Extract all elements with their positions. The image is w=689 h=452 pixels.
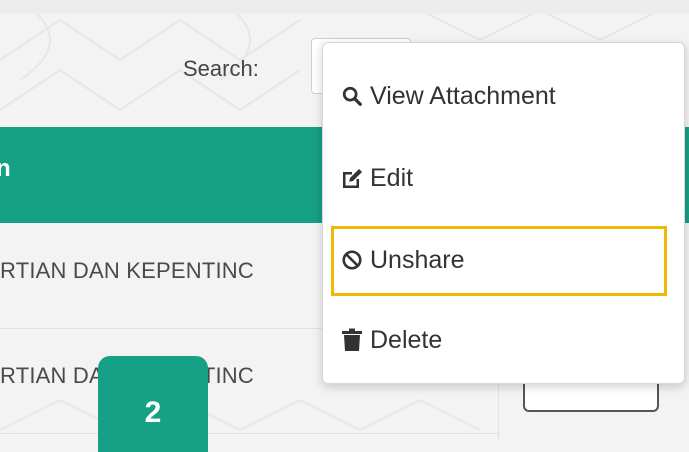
actions-dropdown-menu: View Attachment Edit Unshare Delete [322, 42, 685, 384]
ban-icon [340, 248, 364, 272]
header-cell: n [0, 155, 11, 182]
menu-item-label: Edit [370, 163, 414, 192]
menu-item-edit[interactable]: Edit [323, 141, 684, 215]
menu-item-label: View Attachment [370, 81, 556, 110]
menu-item-label: Delete [370, 325, 443, 354]
menu-item-delete[interactable]: Delete [323, 303, 684, 377]
step-badge: 2 [98, 356, 208, 452]
edit-icon [340, 166, 364, 190]
menu-item-view-attachment[interactable]: View Attachment [323, 59, 684, 133]
menu-item-unshare[interactable]: Unshare [323, 223, 684, 297]
search-icon [340, 84, 364, 108]
search-label: Search: [183, 56, 259, 81]
row-text: RTIAN DAN KEPENTINC [0, 258, 254, 283]
trash-icon [340, 328, 364, 352]
menu-item-label: Unshare [370, 245, 465, 274]
top-band [0, 0, 689, 14]
